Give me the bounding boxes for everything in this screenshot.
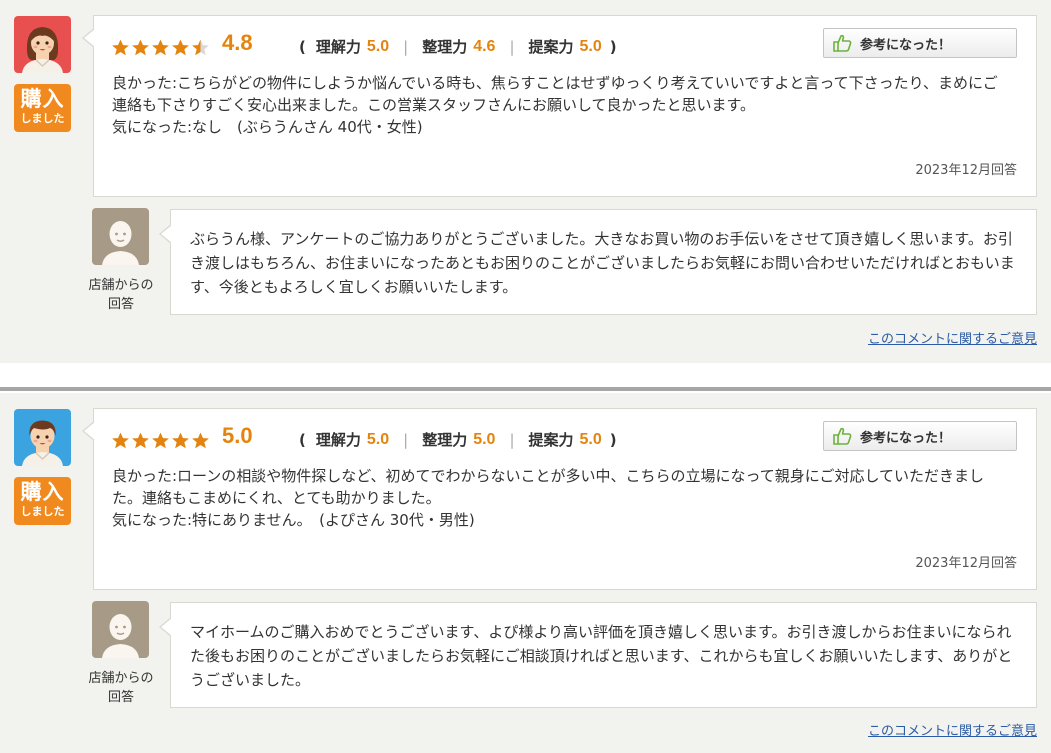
shop-reply-card: マイホームのご購入おめでとうございます、よぴ様より高い評価を頂き嬉しく思います。… <box>159 602 1037 708</box>
understanding-label: 理解力 <box>315 431 361 449</box>
star-rating <box>111 431 210 451</box>
helpful-button[interactable]: 参考になった！ <box>823 28 1017 58</box>
star-full-icon <box>112 432 129 449</box>
understanding-value: 5.0 <box>366 430 390 448</box>
badge-sub-text: しました <box>20 112 65 125</box>
review-card: 4.8 ( 理解力 5.0 | 整理力 4.6 | 提案力 5.0 ) 参考にな… <box>82 15 1037 197</box>
helpful-button[interactable]: 参考になった！ <box>823 421 1017 451</box>
subscore-separator: | <box>509 37 515 56</box>
shop-reply-caption: 店舗からの回答 <box>88 278 154 312</box>
review-date: 2023年12月回答 <box>915 556 1017 571</box>
subscores-close-paren: ) <box>609 37 617 56</box>
organization-value: 4.6 <box>473 37 496 55</box>
comment-feedback-link[interactable]: このコメントに関するご意見 <box>868 720 1037 739</box>
organization-label: 整理力 <box>422 38 468 56</box>
thumbs-up-icon <box>833 34 852 52</box>
subscore-separator: | <box>403 430 409 449</box>
star-full-icon <box>112 39 129 56</box>
review-card: 5.0 ( 理解力 5.0 | 整理力 5.0 | 提案力 5.0 ) 参考にな… <box>82 408 1037 590</box>
subscore-separator: | <box>509 430 515 449</box>
section-divider <box>0 363 1051 393</box>
review-item: 購入 しました 4.8 ( 理解力 5.0 | 整理力 4.6 | 提案力 5.… <box>0 0 1051 363</box>
proposal-label: 提案力 <box>528 38 574 56</box>
concern-comment: 気になった:なし (ぶらうんさん 40代・女性) <box>112 118 423 136</box>
star-full-icon <box>172 39 189 56</box>
shop-reply-text: ぶらうん様、アンケートのご協力ありがとうございました。大きなお買い物のお手伝いを… <box>190 230 1015 296</box>
star-full-icon <box>152 432 169 449</box>
concern-comment: 気になった:特にありません。 (よぴさん 30代・男性) <box>112 511 475 529</box>
badge-sub-text: しました <box>20 505 65 518</box>
male-avatar-icon <box>14 409 71 466</box>
understanding-label: 理解力 <box>315 38 361 56</box>
helpful-button-label: 参考になった！ <box>860 36 952 52</box>
star-half-icon <box>192 39 209 56</box>
shop-reply-caption: 店舗からの回答 <box>88 671 154 705</box>
shop-avatar-icon <box>92 601 149 658</box>
review-item: 購入 しました 5.0 ( 理解力 5.0 | 整理力 5.0 | 提案力 5.… <box>0 393 1051 753</box>
star-rating <box>111 38 210 58</box>
review-body: 良かった:こちらがどの物件にしようか悩んでいる時も、焦らすことはせずゆっくり考え… <box>112 72 1012 138</box>
overall-score: 4.8 <box>222 30 253 55</box>
subscores: ( 理解力 5.0 | 整理力 5.0 | 提案力 5.0 ) <box>299 429 617 450</box>
good-comment: 良かった:こちらがどの物件にしようか悩んでいる時も、焦らすことはせずゆっくり考え… <box>112 74 998 114</box>
subscores: ( 理解力 5.0 | 整理力 4.6 | 提案力 5.0 ) <box>299 36 617 57</box>
star-full-icon <box>192 432 209 449</box>
purchase-badge: 購入 しました <box>14 84 71 132</box>
proposal-label: 提案力 <box>528 431 574 449</box>
proposal-value: 5.0 <box>579 430 602 448</box>
subscores-open-paren: ( <box>299 37 306 56</box>
thumbs-up-icon <box>833 427 852 445</box>
purchase-badge: 購入 しました <box>14 477 71 525</box>
star-full-icon <box>132 39 149 56</box>
subscores-close-paren: ) <box>609 430 617 449</box>
shop-reply-text: マイホームのご購入おめでとうございます、よぴ様より高い評価を頂き嬉しく思います。… <box>190 623 1013 689</box>
review-body: 良かった:ローンの相談や物件探しなど、初めてでわからないことが多い中、こちらの立… <box>112 465 1012 531</box>
organization-label: 整理力 <box>422 431 468 449</box>
shop-reply-card: ぶらうん様、アンケートのご協力ありがとうございました。大きなお買い物のお手伝いを… <box>159 209 1037 315</box>
female-avatar-icon <box>14 16 71 73</box>
good-comment: 良かった:ローンの相談や物件探しなど、初めてでわからないことが多い中、こちらの立… <box>112 467 985 507</box>
subscore-separator: | <box>403 37 409 56</box>
subscores-open-paren: ( <box>299 430 306 449</box>
proposal-value: 5.0 <box>579 37 602 55</box>
star-full-icon <box>152 39 169 56</box>
star-full-icon <box>172 432 189 449</box>
review-date: 2023年12月回答 <box>915 163 1017 178</box>
badge-main-text: 購入 <box>20 87 65 111</box>
overall-score: 5.0 <box>222 423 253 448</box>
badge-main-text: 購入 <box>20 480 65 504</box>
star-full-icon <box>132 432 149 449</box>
understanding-value: 5.0 <box>366 37 390 55</box>
helpful-button-label: 参考になった！ <box>860 429 952 445</box>
shop-avatar-icon <box>92 208 149 265</box>
organization-value: 5.0 <box>473 430 496 448</box>
comment-feedback-link[interactable]: このコメントに関するご意見 <box>868 328 1037 347</box>
